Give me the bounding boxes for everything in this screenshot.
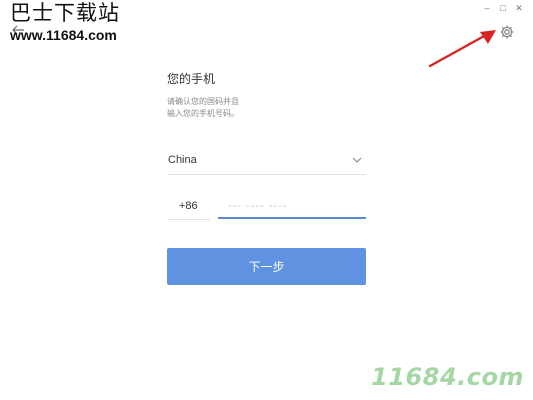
annotation-arrow — [428, 30, 496, 68]
phone-login-form: 您的手机 请确认您的国码并且 输入您的手机号码。 China +86 下一步 — [167, 70, 366, 285]
country-name: China — [168, 154, 197, 166]
description-line-1: 请确认您的国码并且 — [167, 97, 239, 106]
chevron-down-icon — [352, 157, 362, 163]
close-button[interactable]: ✕ — [511, 1, 527, 15]
bottom-watermark: 11684.com — [371, 363, 524, 391]
country-select[interactable]: China — [167, 150, 366, 175]
country-code-value: +86 — [179, 200, 198, 212]
telegram-login-window: – □ ✕ 巴士下载站 www.11684.com 您的手机 请确认您的国码并且… — [0, 0, 533, 400]
maximize-button[interactable]: □ — [495, 1, 511, 15]
site-watermark: 巴士下载站 www.11684.com — [10, 1, 120, 43]
watermark-site-name: 巴士下载站 — [10, 1, 120, 25]
form-title: 您的手机 — [167, 72, 216, 86]
phone-number-input[interactable] — [218, 194, 366, 219]
next-button[interactable]: 下一步 — [167, 248, 366, 285]
form-description: 请确认您的国码并且 输入您的手机号码。 — [167, 96, 366, 120]
watermark-site-url: www.11684.com — [10, 27, 117, 43]
window-controls: – □ ✕ — [479, 1, 527, 15]
gear-icon[interactable] — [499, 24, 515, 40]
country-code-field[interactable]: +86 — [167, 194, 210, 220]
description-line-2: 输入您的手机号码。 — [167, 109, 239, 118]
minimize-button[interactable]: – — [479, 1, 495, 15]
